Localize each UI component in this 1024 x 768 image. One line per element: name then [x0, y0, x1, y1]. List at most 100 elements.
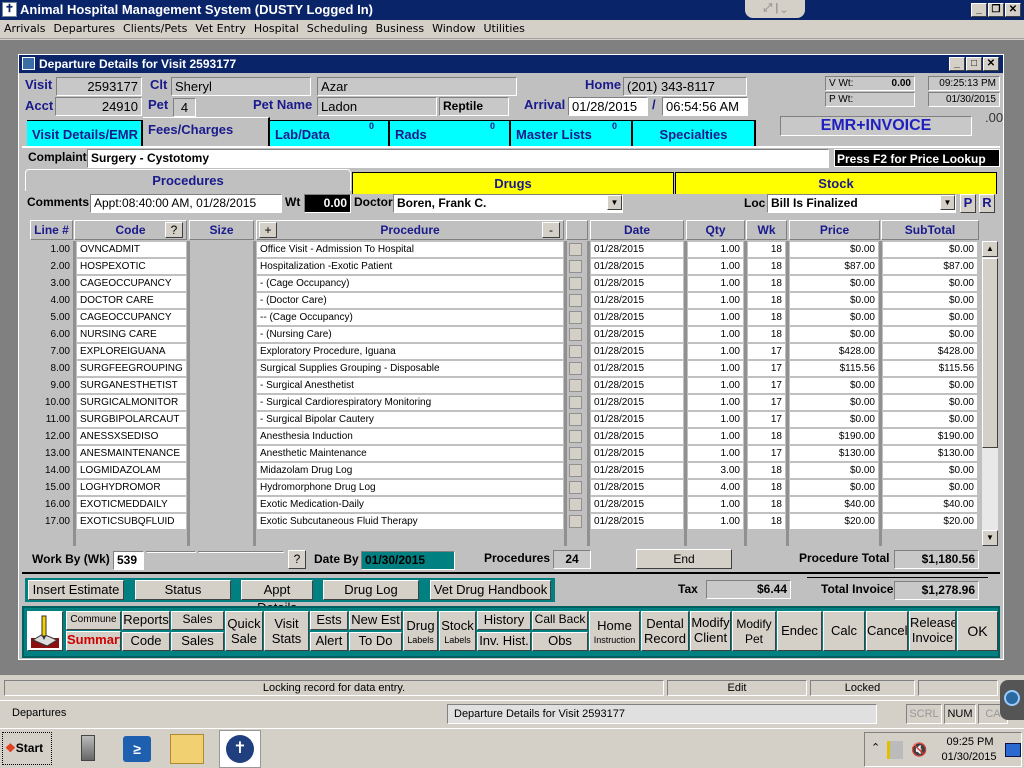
row-select-checkbox[interactable] [569, 345, 582, 358]
cell-qty[interactable]: 1.00 [688, 327, 743, 342]
row-select-checkbox[interactable] [569, 413, 582, 426]
to-do-button[interactable]: To Do [349, 632, 402, 651]
cell-price[interactable]: $20.00 [790, 514, 878, 529]
cell-subtotal[interactable]: $0.00 [883, 327, 977, 342]
cell-procedure[interactable]: Exotic Medication-Daily [257, 497, 563, 512]
cell-date[interactable]: 01/28/2015 [591, 497, 683, 512]
file-explorer-icon[interactable] [170, 734, 204, 764]
visit-stats-button[interactable]: Visit Stats [264, 611, 309, 651]
cell-subtotal[interactable]: $0.00 [883, 276, 977, 291]
subtab-drugs[interactable]: Drugs [352, 172, 674, 194]
table-row[interactable]: 5.00 CAGEOCCUPANCY -- (Cage Occupancy) 01/… [30, 309, 978, 326]
cell-wk[interactable]: 17 [748, 344, 785, 359]
remote-session-bar[interactable]: ⤢ | ⌄ [745, 0, 805, 18]
emr-invoice-indicator[interactable]: EMR+INVOICE [780, 116, 972, 136]
cell-code[interactable]: ANESMAINTENANCE [77, 446, 186, 461]
ended-button[interactable]: Endec [777, 611, 822, 651]
cell-qty[interactable]: 1.00 [688, 293, 743, 308]
call-back-button[interactable]: Call Back [532, 611, 588, 630]
cell-subtotal[interactable]: $0.00 [883, 378, 977, 393]
arrival-time-field[interactable]: 06:54:56 AM [662, 97, 748, 116]
cell-qty[interactable]: 1.00 [688, 378, 743, 393]
table-row[interactable]: 2.00 HOSPEXOTIC Hospitalization -Exotic Pa… [30, 258, 978, 275]
table-row[interactable]: 12.00 ANESSXSEDISO Anesthesia Induction 01/… [30, 428, 978, 445]
calc-button[interactable]: Calc [823, 611, 865, 651]
cell-price[interactable]: $0.00 [790, 412, 878, 427]
cell-subtotal[interactable]: $0.00 [883, 480, 977, 495]
window-close-button[interactable]: ✕ [983, 57, 999, 71]
scroll-down-arrow-icon[interactable]: ▼ [982, 530, 998, 546]
cell-date[interactable]: 01/28/2015 [591, 514, 683, 529]
cell-price[interactable]: $0.00 [790, 378, 878, 393]
cell-date[interactable]: 01/28/2015 [591, 395, 683, 410]
cell-price[interactable]: $0.00 [790, 395, 878, 410]
cell-wk[interactable]: 18 [748, 463, 785, 478]
cell-qty[interactable]: 1.00 [688, 361, 743, 376]
cell-subtotal[interactable]: $0.00 [883, 463, 977, 478]
powershell-icon[interactable]: ≥ [123, 736, 151, 762]
cell-subtotal[interactable]: $0.00 [883, 310, 977, 325]
cell-date[interactable]: 01/28/2015 [591, 344, 683, 359]
cell-date[interactable]: 01/28/2015 [591, 446, 683, 461]
cell-wk[interactable]: 17 [748, 395, 785, 410]
insert-estimate-button[interactable]: Insert Estimate [28, 580, 124, 600]
cell-price[interactable]: $0.00 [790, 327, 878, 342]
table-row[interactable]: 10.00 SURGICALMONITOR - Surgical Cardiore… [30, 394, 978, 411]
table-row[interactable]: 16.00 EXOTICMEDDAILY Exotic Medication-Dai… [30, 496, 978, 513]
cell-code[interactable]: ANESSXSEDISO [77, 429, 186, 444]
new-est-button[interactable]: New Est [349, 611, 402, 630]
subtab-stock[interactable]: Stock [675, 172, 997, 194]
cell-procedure[interactable]: Midazolam Drug Log [257, 463, 563, 478]
cell-wk[interactable]: 18 [748, 327, 785, 342]
cell-date[interactable]: 01/28/2015 [591, 361, 683, 376]
taskbar-app-ahms[interactable]: ✝ [219, 730, 261, 768]
client-first-name-field[interactable]: Sheryl [171, 77, 311, 96]
tab-visit-details-emr[interactable]: Visit Details/EMR [27, 120, 143, 146]
cell-code[interactable]: CAGEOCCUPANCY [77, 310, 186, 325]
cell-qty[interactable]: 1.00 [688, 497, 743, 512]
table-row[interactable]: 14.00 LOGMIDAZOLAM Midazolam Drug Log 01/28… [30, 462, 978, 479]
cell-procedure[interactable]: - (Nursing Care) [257, 327, 563, 342]
cell-code[interactable]: SURGFEEGROUPING [77, 361, 186, 376]
cell-price[interactable]: $0.00 [790, 276, 878, 291]
row-select-checkbox[interactable] [569, 447, 582, 460]
cell-wk[interactable]: 17 [748, 446, 785, 461]
cell-code[interactable]: OVNCADMIT [77, 242, 186, 257]
cell-subtotal[interactable]: $0.00 [883, 395, 977, 410]
stock-labels-button[interactable]: Stock Labels [439, 611, 476, 651]
side-widget-handle[interactable] [1000, 680, 1024, 720]
doctor-select[interactable]: Boren, Frank C. ▼ [393, 194, 623, 213]
table-row[interactable]: 9.00 SURGANESTHETIST - Surgical Anestheti… [30, 377, 978, 394]
menu-business[interactable]: Business [372, 20, 429, 37]
cell-wk[interactable]: 18 [748, 293, 785, 308]
commune-button[interactable]: Commune [66, 611, 121, 630]
col-header-date[interactable]: Date [590, 220, 684, 240]
cell-code[interactable]: NURSING CARE [77, 327, 186, 342]
end-button[interactable]: End [636, 549, 732, 569]
table-row[interactable]: 15.00 LOGHYDROMOR Hydromorphone Drug Log 01… [30, 479, 978, 496]
tab-fees-charges[interactable]: Fees/Charges [143, 117, 270, 146]
cell-wk[interactable]: 18 [748, 480, 785, 495]
cell-procedure[interactable]: Exotic Subcutaneous Fluid Therapy [257, 514, 563, 529]
row-select-checkbox[interactable] [569, 362, 582, 375]
cell-procedure[interactable]: Hospitalization -Exotic Patient [257, 259, 563, 274]
tray-date[interactable]: 01/30/2015 [939, 751, 999, 763]
cell-code[interactable]: SURGICALMONITOR [77, 395, 186, 410]
cell-subtotal[interactable]: $130.00 [883, 446, 977, 461]
ests-button[interactable]: Ests [310, 611, 348, 630]
menu-hospital[interactable]: Hospital [250, 20, 303, 37]
sales-button[interactable]: Sales [171, 632, 224, 651]
complaint-field[interactable]: Surgery - Cystotomy [87, 149, 829, 168]
start-button[interactable]: ❖Start [2, 732, 52, 765]
cell-qty[interactable]: 1.00 [688, 446, 743, 461]
cell-subtotal[interactable]: $0.00 [883, 242, 977, 257]
drug-labels-button[interactable]: Drug Labels [403, 611, 438, 651]
reports-button[interactable]: Reports [122, 611, 170, 630]
cell-subtotal[interactable]: $20.00 [883, 514, 977, 529]
history-button[interactable]: History [477, 611, 531, 630]
cell-procedure[interactable]: Anesthetic Maintenance [257, 446, 563, 461]
window-minimize-button[interactable]: _ [949, 57, 965, 71]
cell-qty[interactable]: 1.00 [688, 429, 743, 444]
p-button[interactable]: P [960, 194, 976, 213]
work-by-help-button[interactable]: ? [288, 550, 306, 569]
